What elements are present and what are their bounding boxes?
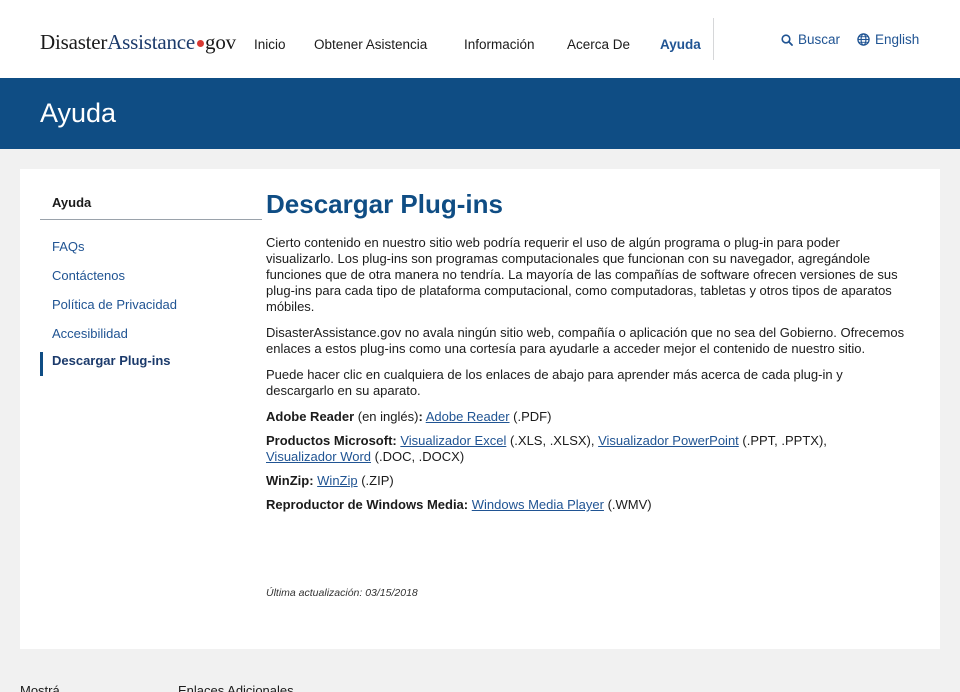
nav-item-informacion[interactable]: Información — [464, 37, 535, 52]
nav-item-obtener-asistencia[interactable]: Obtener Asistencia — [314, 37, 427, 52]
plugin-ext-word: (.DOC, .DOCX) — [371, 449, 465, 464]
windows-media-player-link[interactable]: Windows Media Player — [472, 497, 604, 512]
search-button[interactable]: Buscar — [781, 32, 840, 47]
nav-item-ayuda[interactable]: Ayuda — [660, 37, 701, 52]
sidebar-link-faqs[interactable]: FAQs — [40, 239, 85, 255]
instructions-paragraph: Puede hacer clic en cualquiera de los en… — [266, 367, 843, 398]
sidebar-title: Ayuda — [40, 195, 262, 220]
plugin-ext-ppt: (.PPT, .PPTX), — [738, 433, 827, 448]
site-header: DisasterAssistance gov Inicio Obtener Asi… — [0, 0, 960, 78]
logo-text-disaster: Disaster — [40, 30, 108, 54]
sidebar-link-privacidad[interactable]: Política de Privacidad — [40, 297, 177, 313]
logo-dot — [197, 39, 205, 47]
plugin-note-adobe: (en inglés) — [354, 409, 419, 424]
sidebar-item-faqs: FAQs — [40, 239, 262, 268]
plugin-label-wmp: Reproductor de Windows Media: — [266, 497, 469, 512]
nav-item-acerca-de[interactable]: Acerca De — [567, 37, 630, 52]
plugin-colon-adobe: : — [418, 409, 423, 424]
globe-icon — [857, 33, 870, 46]
disclaimer-paragraph: DisasterAssistance.gov no avala ningún s… — [266, 325, 905, 356]
plugin-label-microsoft: Productos Microsoft: — [266, 433, 397, 448]
word-viewer-link[interactable]: Visualizador Word — [266, 449, 371, 464]
plugin-ext-winzip: (.ZIP) — [357, 473, 394, 488]
plugin-item-microsoft: Productos Microsoft: Visualizador Excel … — [266, 433, 906, 465]
sidebar-item-privacidad: Política de Privacidad — [40, 297, 262, 326]
plugin-ext-excel: (.XLS, .XLSX), — [506, 433, 599, 448]
site-logo[interactable]: DisasterAssistance gov — [40, 30, 236, 55]
sidebar-link-accesibilidad[interactable]: Accesibilidad — [40, 326, 128, 342]
sidebar-list: FAQs Contáctenos Política de Privacidad … — [40, 239, 262, 384]
plugin-item-adobe: Adobe Reader (en inglés): Adobe Reader (… — [266, 409, 906, 425]
excel-viewer-link[interactable]: Visualizador Excel — [400, 433, 506, 448]
plugin-ext-wmp: (.WMV) — [603, 497, 652, 512]
footer-heading-left: Mostrá — [20, 683, 60, 692]
sidebar-link-descargar-plugins[interactable]: Descargar Plug-ins — [40, 352, 171, 376]
language-label: English — [875, 32, 920, 47]
logo-text-assistance: Assistance — [107, 30, 196, 54]
winzip-link[interactable]: WinZip — [317, 473, 357, 488]
sidebar-item-contactenos: Contáctenos — [40, 268, 262, 297]
intro-paragraph: Cierto contenido en nuestro sitio web po… — [266, 235, 898, 314]
main-card: Ayuda FAQs Contáctenos Política de Priva… — [20, 169, 940, 649]
search-icon — [781, 33, 793, 46]
nav-divider — [713, 18, 714, 60]
powerpoint-viewer-link[interactable]: Visualizador PowerPoint — [598, 433, 739, 448]
last-updated: Última actualización: 03/15/2018 — [266, 587, 418, 599]
sidebar-item-accesibilidad: Accesibilidad — [40, 326, 262, 355]
plugin-label-adobe: Adobe Reader — [266, 409, 355, 424]
plugin-label-winzip: WinZip: — [266, 473, 314, 488]
main-content: Descargar Plug-ins Cierto contenido en n… — [266, 187, 906, 521]
logo-text-gov: gov — [205, 30, 236, 54]
page-title: Descargar Plug-ins — [266, 189, 503, 219]
sidebar-link-contactenos[interactable]: Contáctenos — [40, 268, 125, 284]
search-label: Buscar — [798, 32, 841, 47]
adobe-reader-link[interactable]: Adobe Reader — [426, 409, 510, 424]
footer-heading-right: Enlaces Adicionales — [178, 683, 294, 692]
plugin-item-wmp: Reproductor de Windows Media: Windows Me… — [266, 497, 906, 513]
plugin-item-winzip: WinZip: WinZip (.ZIP) — [266, 473, 906, 489]
page-banner: Ayuda — [0, 78, 960, 149]
nav-item-inicio[interactable]: Inicio — [254, 37, 286, 52]
banner-title: Ayuda — [40, 98, 117, 128]
plugin-ext-adobe: (.PDF) — [509, 409, 552, 424]
language-toggle[interactable]: English — [857, 32, 919, 47]
sidebar: Ayuda FAQs Contáctenos Política de Priva… — [40, 195, 262, 384]
sidebar-item-descargar-plugins: Descargar Plug-ins — [40, 352, 262, 384]
